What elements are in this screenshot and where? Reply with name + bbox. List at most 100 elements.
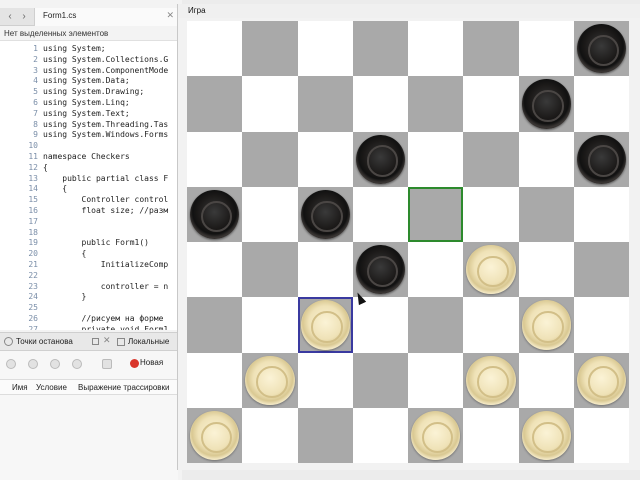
board-cell[interactable] — [242, 242, 298, 298]
board-cell[interactable] — [187, 131, 243, 187]
board-cell[interactable] — [518, 352, 574, 408]
board-cell[interactable] — [352, 407, 408, 463]
board-cell[interactable] — [297, 242, 353, 298]
board-cell[interactable] — [408, 21, 464, 77]
column-name[interactable]: Имя — [12, 383, 28, 392]
tab-form1[interactable]: Form1.cs ✕ — [34, 8, 178, 26]
checkers-board[interactable] — [187, 21, 629, 463]
forward-arrow-icon[interactable]: › — [18, 10, 30, 24]
column-condition[interactable]: Условие — [36, 383, 67, 392]
code-line[interactable]: float size; //разм — [43, 206, 169, 215]
black-checker-piece[interactable] — [300, 189, 350, 239]
white-checker-piece[interactable] — [521, 300, 571, 350]
board-cell[interactable] — [463, 21, 519, 77]
white-checker-piece[interactable] — [190, 410, 240, 460]
black-checker-piece[interactable] — [576, 24, 626, 74]
code-line[interactable]: namespace Checkers — [43, 152, 130, 161]
code-editor[interactable]: 1 using System; 2 using System.Collections.… — [0, 40, 178, 330]
code-line[interactable]: using System.Text; — [43, 109, 130, 118]
code-line[interactable]: using System.Collections.G — [43, 55, 168, 64]
code-line[interactable]: { — [43, 163, 48, 172]
board-cell[interactable] — [242, 76, 298, 132]
code-line[interactable]: using System.Linq; — [43, 98, 130, 107]
board-cell[interactable] — [518, 21, 574, 77]
board-cell[interactable] — [408, 186, 464, 242]
board-cell[interactable] — [573, 186, 629, 242]
code-line[interactable]: //рисуем на форме — [43, 314, 164, 323]
code-line[interactable]: InitializeComp — [43, 260, 168, 269]
board-cell[interactable] — [352, 297, 408, 353]
board-cell[interactable] — [297, 407, 353, 463]
code-line[interactable]: Controller control — [43, 195, 169, 204]
back-arrow-icon[interactable]: ‹ — [4, 10, 16, 24]
code-line[interactable]: } — [43, 292, 87, 301]
board-cell[interactable] — [297, 76, 353, 132]
board-cell[interactable] — [242, 21, 298, 77]
board-cell[interactable] — [408, 297, 464, 353]
board-cell[interactable] — [297, 131, 353, 187]
board-cell[interactable] — [352, 186, 408, 242]
board-cell[interactable] — [408, 352, 464, 408]
board-cell[interactable] — [573, 76, 629, 132]
white-checker-piece[interactable] — [576, 355, 626, 405]
black-checker-piece[interactable] — [355, 245, 405, 295]
edit-breakpoint-icon[interactable] — [28, 359, 38, 369]
code-line[interactable]: { — [43, 184, 67, 193]
menu-game[interactable]: Игра — [188, 6, 206, 15]
white-checker-piece[interactable] — [521, 410, 571, 460]
board-cell[interactable] — [297, 21, 353, 77]
black-checker-piece[interactable] — [190, 189, 240, 239]
board-cell[interactable] — [187, 242, 243, 298]
code-line[interactable]: using System.Data; — [43, 76, 130, 85]
disable-breakpoint-icon[interactable] — [50, 359, 60, 369]
board-cell[interactable] — [518, 242, 574, 298]
code-line[interactable]: using System.Threading.Tas — [43, 120, 168, 129]
board-cell[interactable] — [518, 186, 574, 242]
code-line[interactable]: using System.ComponentMode — [43, 66, 168, 75]
white-checker-piece[interactable] — [245, 355, 295, 405]
code-line[interactable]: { — [43, 249, 87, 258]
white-checker-piece[interactable] — [466, 355, 516, 405]
board-cell[interactable] — [242, 297, 298, 353]
board-cell[interactable] — [463, 186, 519, 242]
pin-icon[interactable] — [92, 338, 99, 345]
board-cell[interactable] — [187, 21, 243, 77]
board-cell[interactable] — [408, 242, 464, 298]
code-line[interactable]: public Form1() — [43, 238, 149, 247]
board-cell[interactable] — [408, 131, 464, 187]
code-line[interactable]: controller = n — [43, 282, 168, 291]
column-trace-expression[interactable]: Выражение трассировки — [78, 383, 170, 392]
board-cell[interactable] — [573, 242, 629, 298]
new-breakpoint-icon[interactable] — [130, 359, 139, 368]
board-cell[interactable] — [573, 407, 629, 463]
white-checker-piece[interactable] — [300, 300, 350, 350]
board-cell[interactable] — [242, 131, 298, 187]
board-cell[interactable] — [187, 297, 243, 353]
black-checker-piece[interactable] — [576, 134, 626, 184]
board-cell[interactable] — [408, 76, 464, 132]
board-cell[interactable] — [463, 297, 519, 353]
white-checker-piece[interactable] — [411, 410, 461, 460]
board-cell[interactable] — [352, 76, 408, 132]
code-line[interactable]: private void Form1 — [43, 325, 169, 330]
board-cell[interactable] — [187, 76, 243, 132]
board-cell[interactable] — [242, 407, 298, 463]
black-checker-piece[interactable] — [521, 79, 571, 129]
white-checker-piece[interactable] — [466, 245, 516, 295]
code-line[interactable]: using System.Drawing; — [43, 87, 144, 96]
delete-breakpoint-icon[interactable] — [6, 359, 16, 369]
tab-locals[interactable]: Локальные — [128, 337, 169, 346]
board-cell[interactable] — [242, 186, 298, 242]
clear-breakpoints-icon[interactable] — [72, 359, 82, 369]
export-icon[interactable] — [102, 359, 112, 369]
board-cell[interactable] — [463, 131, 519, 187]
black-checker-piece[interactable] — [355, 134, 405, 184]
board-cell[interactable] — [518, 131, 574, 187]
board-cell[interactable] — [463, 407, 519, 463]
close-icon[interactable]: ✕ — [103, 335, 111, 346]
board-cell[interactable] — [297, 352, 353, 408]
code-line[interactable]: using System.Windows.Forms — [43, 130, 168, 139]
code-line[interactable]: public partial class F — [43, 174, 168, 183]
board-cell[interactable] — [573, 297, 629, 353]
code-line[interactable]: using System; — [43, 44, 106, 53]
